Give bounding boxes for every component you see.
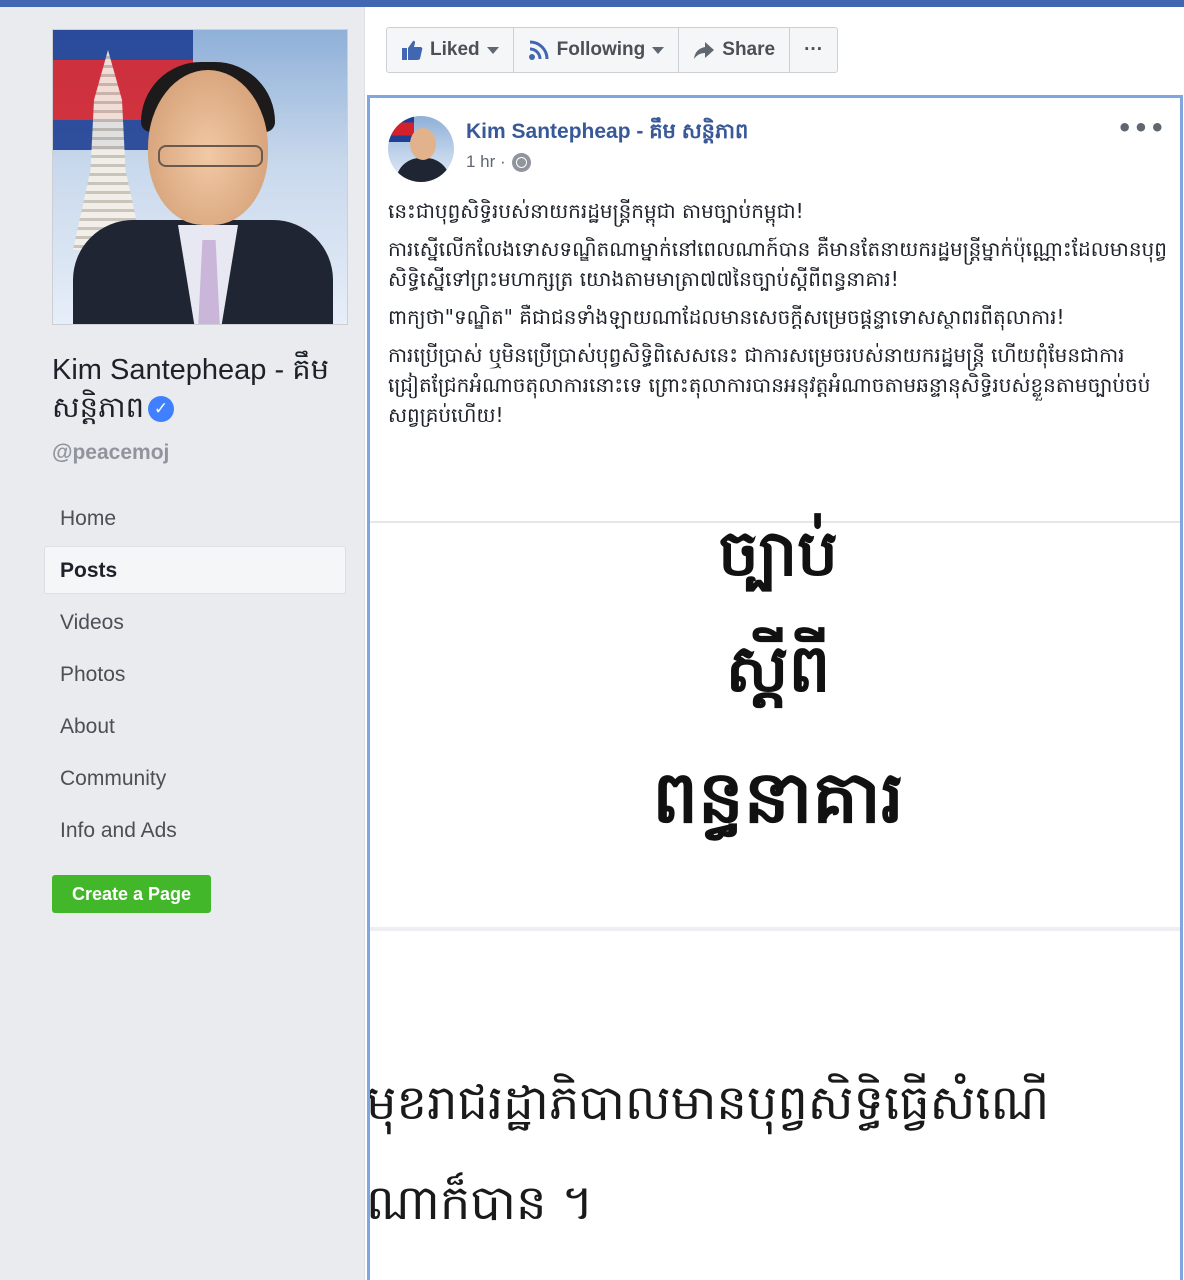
post-author-link[interactable]: Kim Santepheap - គឹម សន្តិភាព [466, 118, 748, 149]
page-title[interactable]: Kim Santepheap - គឹម សន្តិភាព ✓ [52, 351, 352, 427]
post-timestamp[interactable]: 1 hr · [466, 152, 506, 172]
thumbs-up-icon [402, 40, 423, 60]
liked-button[interactable]: Liked [387, 28, 514, 72]
person-glasses [158, 145, 263, 167]
post-paragraph: នេះជាបុព្វសិទ្ធិរបស់នាយករដ្ឋមន្ត្រីកម្ពុ… [388, 199, 804, 223]
image-divider [370, 927, 1180, 931]
following-label: Following [556, 39, 646, 60]
avatar-suit [396, 158, 450, 182]
nav-item-community[interactable]: Community [44, 754, 346, 802]
profile-picture[interactable] [52, 29, 348, 325]
verified-badge-icon: ✓ [148, 396, 175, 423]
liked-label: Liked [430, 39, 480, 60]
page-navigation: Home Posts Videos Photos About Community… [44, 494, 346, 858]
image-word-on: ស្តីពី [725, 629, 831, 707]
post-body: នេះជាបុព្វសិទ្ធិរបស់នាយករដ្ឋមន្ត្រីកម្ពុ… [388, 196, 1168, 438]
post-image-excerpt[interactable]: មុខរាជរដ្ឋាភិបាលមានបុព្វសិទ្ធិធ្វើសំណើ ណ… [367, 933, 1180, 1280]
globe-icon [511, 152, 531, 172]
post-card: Kim Santepheap - គឹម សន្តិភាព 1 hr · •••… [367, 95, 1183, 1280]
share-arrow-icon [694, 42, 715, 59]
share-label: Share [722, 39, 776, 60]
post-image-title[interactable]: ច្បាប់ ស្តីពី ពន្ធនាគារ [370, 516, 1180, 927]
more-options-icon: ··· [804, 39, 824, 60]
left-sidebar: Kim Santepheap - គឹម សន្តិភាព ✓ @peacemoj… [0, 7, 364, 1280]
avatar-face [410, 128, 436, 160]
rss-icon [528, 40, 549, 60]
more-options-button[interactable]: ··· [790, 28, 837, 72]
post-paragraph: ការស្នើលើកលែងទោសទណ្ឌិតណាម្នាក់នៅពេលណាក៍ប… [388, 237, 1167, 291]
post-options-icon[interactable]: ••• [1117, 114, 1166, 142]
create-page-button[interactable]: Create a Page [52, 875, 211, 913]
share-button[interactable]: Share [679, 28, 791, 72]
image-word-law: ច្បាប់ [718, 516, 838, 591]
post-paragraph: ពាក្យថា"ទណ្ឌិត" គឺជាជនទាំងឡាយណាដែលមានសេច… [388, 305, 1065, 329]
chevron-down-icon [486, 46, 499, 54]
top-navigation-bar [0, 0, 1184, 7]
following-button[interactable]: Following [514, 28, 680, 72]
main-content: Liked Following Share ··· Kim Santepheap… [364, 7, 1184, 1280]
nav-item-home[interactable]: Home [44, 494, 346, 542]
chevron-down-icon [652, 46, 665, 54]
image-text-line: ណាក៏បាន ។ [367, 1175, 594, 1231]
post-meta: 1 hr · [466, 152, 531, 172]
nav-item-about[interactable]: About [44, 702, 346, 750]
nav-item-videos[interactable]: Videos [44, 598, 346, 646]
image-text-line: មុខរាជរដ្ឋាភិបាលមានបុព្វសិទ្ធិធ្វើសំណើ [367, 1075, 1050, 1131]
image-word-prisons: ពន្ធនាគារ [652, 754, 904, 839]
page-handle[interactable]: @peacemoj [52, 441, 169, 465]
nav-item-posts[interactable]: Posts [44, 546, 346, 594]
author-avatar[interactable] [388, 116, 454, 182]
page-action-bar: Liked Following Share ··· [386, 27, 839, 73]
nav-item-photos[interactable]: Photos [44, 650, 346, 698]
page-name-text[interactable]: Kim Santepheap - គឹម សន្តិភាព [52, 354, 329, 424]
post-paragraph: ការប្រើប្រាស់ ឬមិនប្រើប្រាស់បុព្វសិទ្ធិព… [388, 343, 1151, 427]
nav-item-info-and-ads[interactable]: Info and Ads [44, 806, 346, 854]
